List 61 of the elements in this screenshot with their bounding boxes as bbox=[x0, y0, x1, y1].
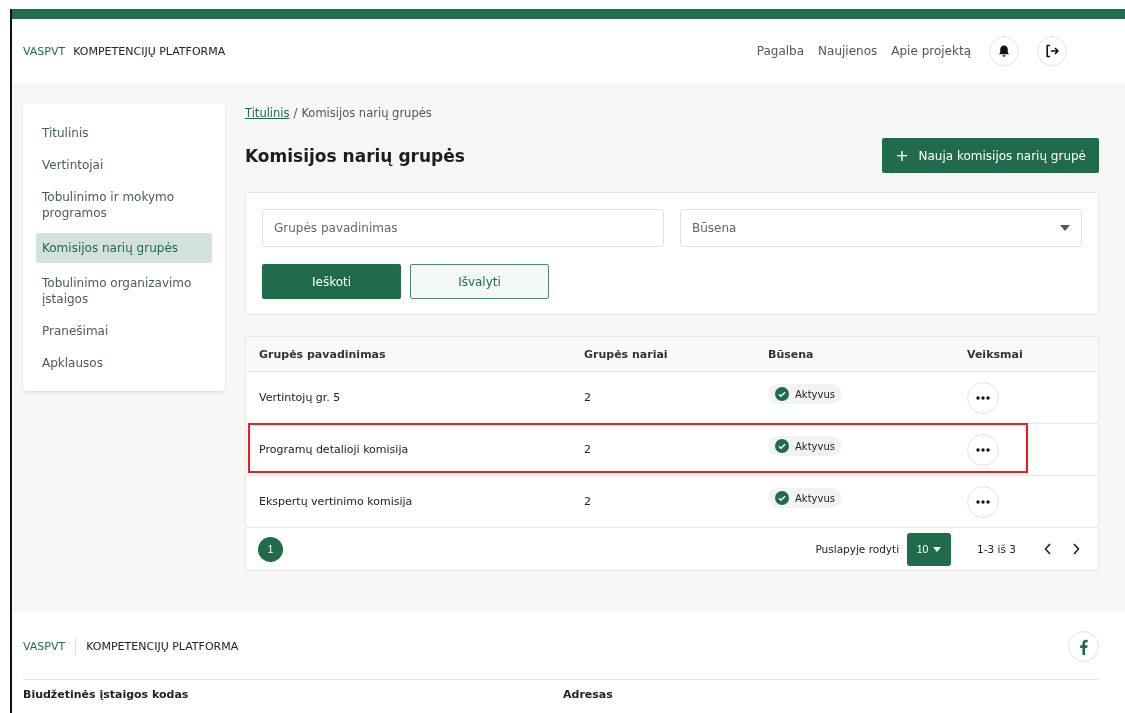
more-dots-icon bbox=[976, 395, 990, 400]
column-header: Veiksmai bbox=[966, 347, 1024, 361]
footer-brand-name[interactable]: VASPVT bbox=[23, 640, 66, 653]
notifications-button[interactable] bbox=[989, 36, 1019, 66]
page-range: 1-3 iš 3 bbox=[977, 543, 1016, 555]
more-actions-button[interactable] bbox=[967, 485, 999, 518]
breadcrumb-link[interactable]: Titulinis bbox=[245, 106, 290, 120]
table-cell-text: 2 bbox=[583, 443, 592, 456]
chevron-left-icon bbox=[1044, 543, 1052, 555]
check-circle-icon bbox=[775, 439, 789, 453]
nav-link[interactable]: Apie projektą bbox=[891, 44, 971, 58]
caret-down-icon bbox=[933, 546, 942, 552]
chevron-right-icon bbox=[1072, 543, 1080, 555]
sidebar-item[interactable]: Titulinis bbox=[36, 121, 212, 145]
status-badge: Aktyvus bbox=[768, 488, 842, 508]
table-cell-text: 2 bbox=[583, 391, 592, 404]
check-circle-icon bbox=[775, 387, 789, 401]
logout-icon bbox=[1044, 43, 1060, 59]
status-dropdown[interactable]: Būsena bbox=[680, 209, 1082, 247]
search-button[interactable]: Ieškoti bbox=[262, 264, 401, 299]
sidebar-item[interactable]: Tobulinimo organizavimo įstaigos bbox=[36, 271, 212, 311]
check-circle-icon bbox=[775, 491, 789, 505]
sidebar-item[interactable]: Komisijos narių grupės bbox=[36, 233, 212, 263]
more-actions-button[interactable] bbox=[967, 433, 999, 466]
footer-heading: Adresas bbox=[563, 688, 614, 701]
table-cell-text: Programų detalioji komisija bbox=[258, 443, 410, 456]
footer-platform-title: KOMPETENCIJŲ PLATFORMA bbox=[86, 640, 239, 653]
new-group-button[interactable]: + Nauja komisijos narių grupė bbox=[882, 138, 1099, 173]
column-header: Grupės nariai bbox=[583, 347, 669, 361]
page-button[interactable]: 1 bbox=[258, 536, 283, 562]
facebook-button[interactable] bbox=[1068, 631, 1099, 662]
page-title: Komisijos narių grupės bbox=[245, 145, 465, 166]
clear-button[interactable]: Išvalyti bbox=[410, 264, 549, 299]
nav-link[interactable]: Naujienos bbox=[818, 44, 878, 58]
sidebar-item[interactable]: Tobulinimo ir mokymo programos bbox=[36, 185, 212, 225]
table-cell-text: Vertintojų gr. 5 bbox=[258, 391, 342, 404]
column-header: Būsena bbox=[767, 347, 815, 361]
breadcrumb-separator: / bbox=[293, 106, 298, 120]
brand-name[interactable]: VASPVT bbox=[23, 44, 66, 58]
column-header: Grupės pavadinimas bbox=[258, 347, 387, 361]
nav-link[interactable]: Pagalba bbox=[756, 44, 805, 58]
more-actions-button[interactable] bbox=[967, 381, 999, 414]
sidebar-item[interactable]: Vertintojai bbox=[36, 153, 212, 177]
status-badge: Aktyvus bbox=[768, 436, 842, 456]
more-dots-icon bbox=[976, 447, 990, 452]
sidebar-item[interactable]: Apklausos bbox=[36, 351, 212, 375]
sidebar-item[interactable]: Pranešimai bbox=[36, 319, 212, 343]
per-page-dropdown[interactable]: 10 bbox=[907, 532, 952, 566]
table-cell-text: 2 bbox=[583, 495, 592, 508]
bell-icon bbox=[997, 44, 1011, 58]
footer-heading: Biudžetinės įstaigos kodas bbox=[23, 688, 190, 701]
platform-title: KOMPETENCIJŲ PLATFORMA bbox=[73, 44, 226, 58]
caret-down-icon bbox=[1060, 225, 1070, 231]
per-page-label: Puslapyje rodyti bbox=[815, 543, 900, 555]
breadcrumb-current: Komisijos narių grupės bbox=[301, 106, 432, 120]
table-cell-text: Ekspertų vertinimo komisija bbox=[258, 495, 414, 508]
facebook-icon bbox=[1079, 638, 1088, 655]
group-name-field[interactable]: Grupės pavadinimas bbox=[262, 209, 664, 247]
logout-button[interactable] bbox=[1037, 36, 1067, 66]
more-dots-icon bbox=[976, 499, 990, 504]
status-badge: Aktyvus bbox=[768, 384, 842, 404]
